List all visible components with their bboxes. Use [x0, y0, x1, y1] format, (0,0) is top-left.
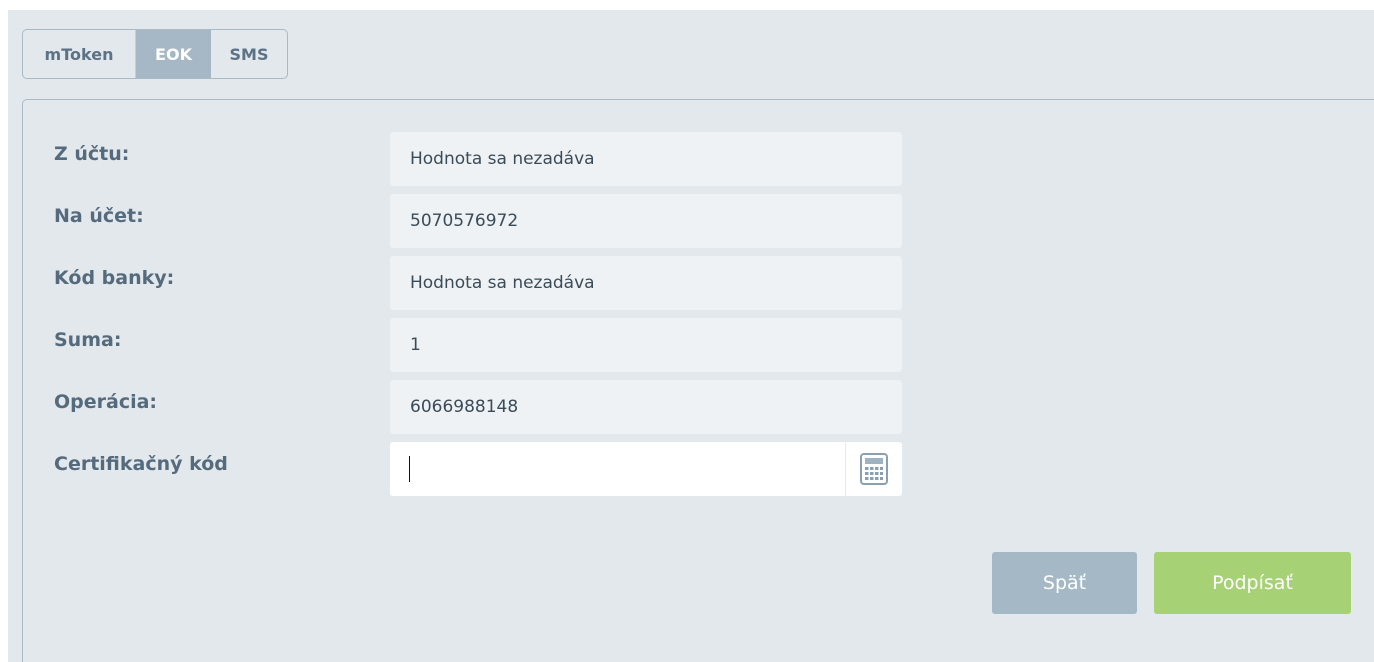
from-account-value: Hodnota sa nezadáva [390, 132, 902, 186]
operation-row: Operácia: 6066988148 [54, 380, 902, 434]
auth-method-tabs: mToken EOK SMS [22, 29, 288, 79]
bank-code-row: Kód banky: Hodnota sa nezadáva [54, 256, 902, 310]
bank-code-value: Hodnota sa nezadáva [390, 256, 902, 310]
back-button[interactable]: Späť [992, 552, 1137, 614]
tab-sms[interactable]: SMS [211, 30, 287, 78]
cert-code-label: Certifikačný kód [54, 453, 228, 475]
calculator-icon [860, 453, 888, 485]
bank-code-label: Kód banky: [54, 267, 175, 289]
to-account-row: Na účet: 5070576972 [54, 194, 902, 248]
amount-value: 1 [390, 318, 902, 372]
sign-button[interactable]: Podpísať [1154, 552, 1351, 614]
to-account-label: Na účet: [54, 205, 144, 227]
amount-row: Suma: 1 [54, 318, 902, 372]
operation-label: Operácia: [54, 391, 158, 413]
from-account-row: Z účtu: Hodnota sa nezadáva [54, 132, 902, 186]
amount-label: Suma: [54, 329, 122, 351]
from-account-label: Z účtu: [54, 143, 130, 165]
operation-value: 6066988148 [390, 380, 902, 434]
to-account-value: 5070576972 [390, 194, 902, 248]
calculator-button[interactable] [845, 442, 902, 496]
cert-code-row: Certifikačný kód [54, 442, 902, 496]
tab-mtoken[interactable]: mToken [23, 30, 135, 78]
cert-code-input[interactable] [390, 442, 844, 496]
text-cursor [409, 456, 410, 482]
cert-code-field [390, 442, 902, 496]
tab-eok[interactable]: EOK [135, 30, 211, 78]
